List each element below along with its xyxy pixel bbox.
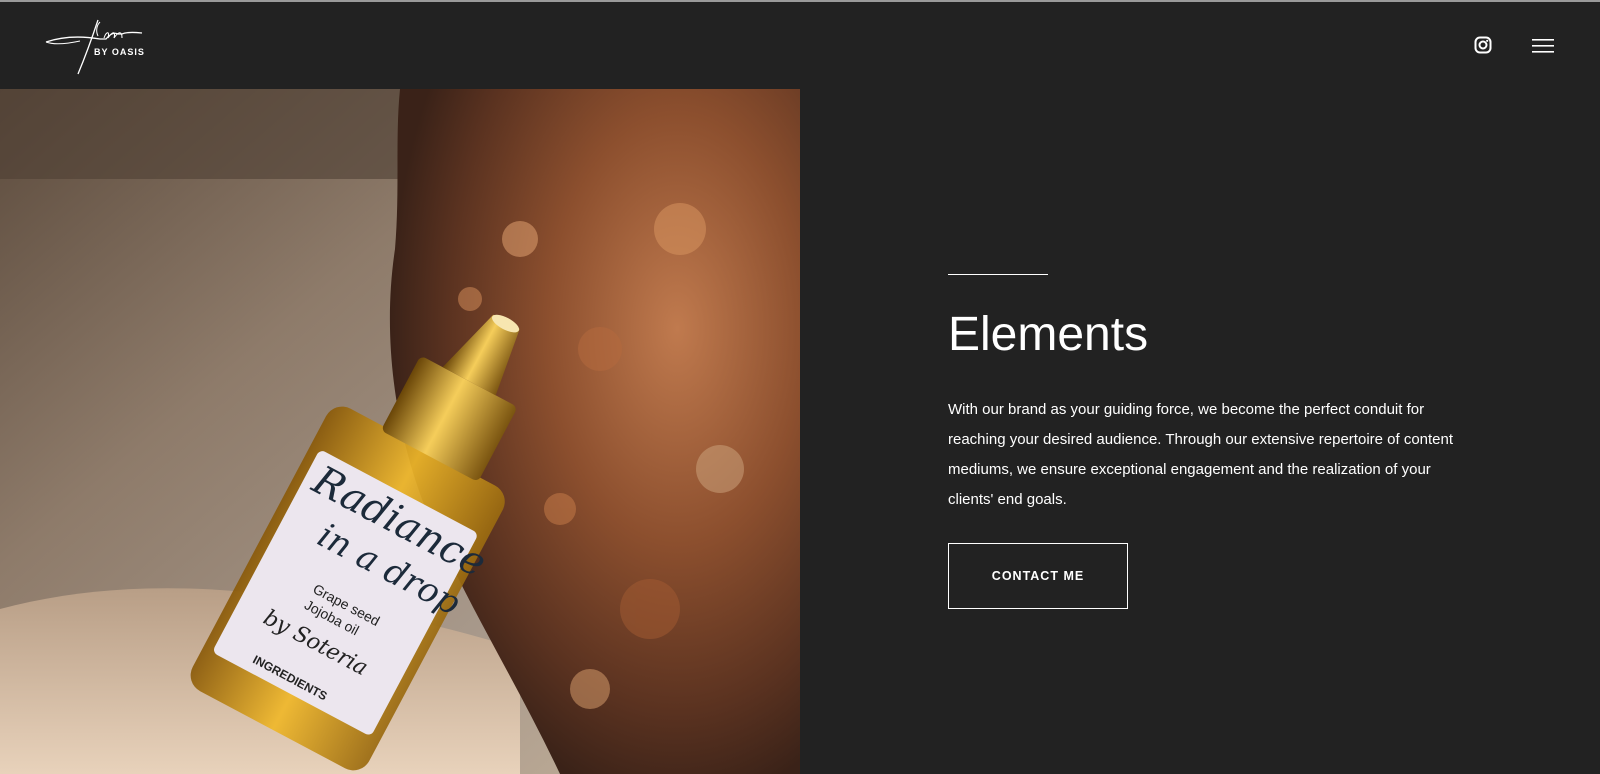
content-section: Elements With our brand as your guiding …	[948, 274, 1468, 609]
hamburger-menu-button[interactable]	[1532, 38, 1554, 54]
instagram-link[interactable]	[1474, 36, 1492, 54]
title-divider	[948, 274, 1048, 275]
logo-text: BY OASIS	[94, 47, 145, 57]
contact-me-button[interactable]: CONTACT ME	[948, 543, 1128, 609]
site-header: BY OASIS	[0, 2, 1600, 89]
site-logo[interactable]: BY OASIS	[44, 18, 154, 78]
description-text: With our brand as your guiding force, we…	[948, 401, 1454, 508]
page-title: Elements	[948, 308, 1149, 361]
serum-bottle-photo: Radiance in a drop Grape seed Jojoba oil…	[0, 89, 800, 774]
hamburger-menu-icon	[1532, 39, 1554, 53]
instagram-icon	[1474, 36, 1492, 54]
hero-product-image: Radiance in a drop Grape seed Jojoba oil…	[0, 89, 800, 774]
